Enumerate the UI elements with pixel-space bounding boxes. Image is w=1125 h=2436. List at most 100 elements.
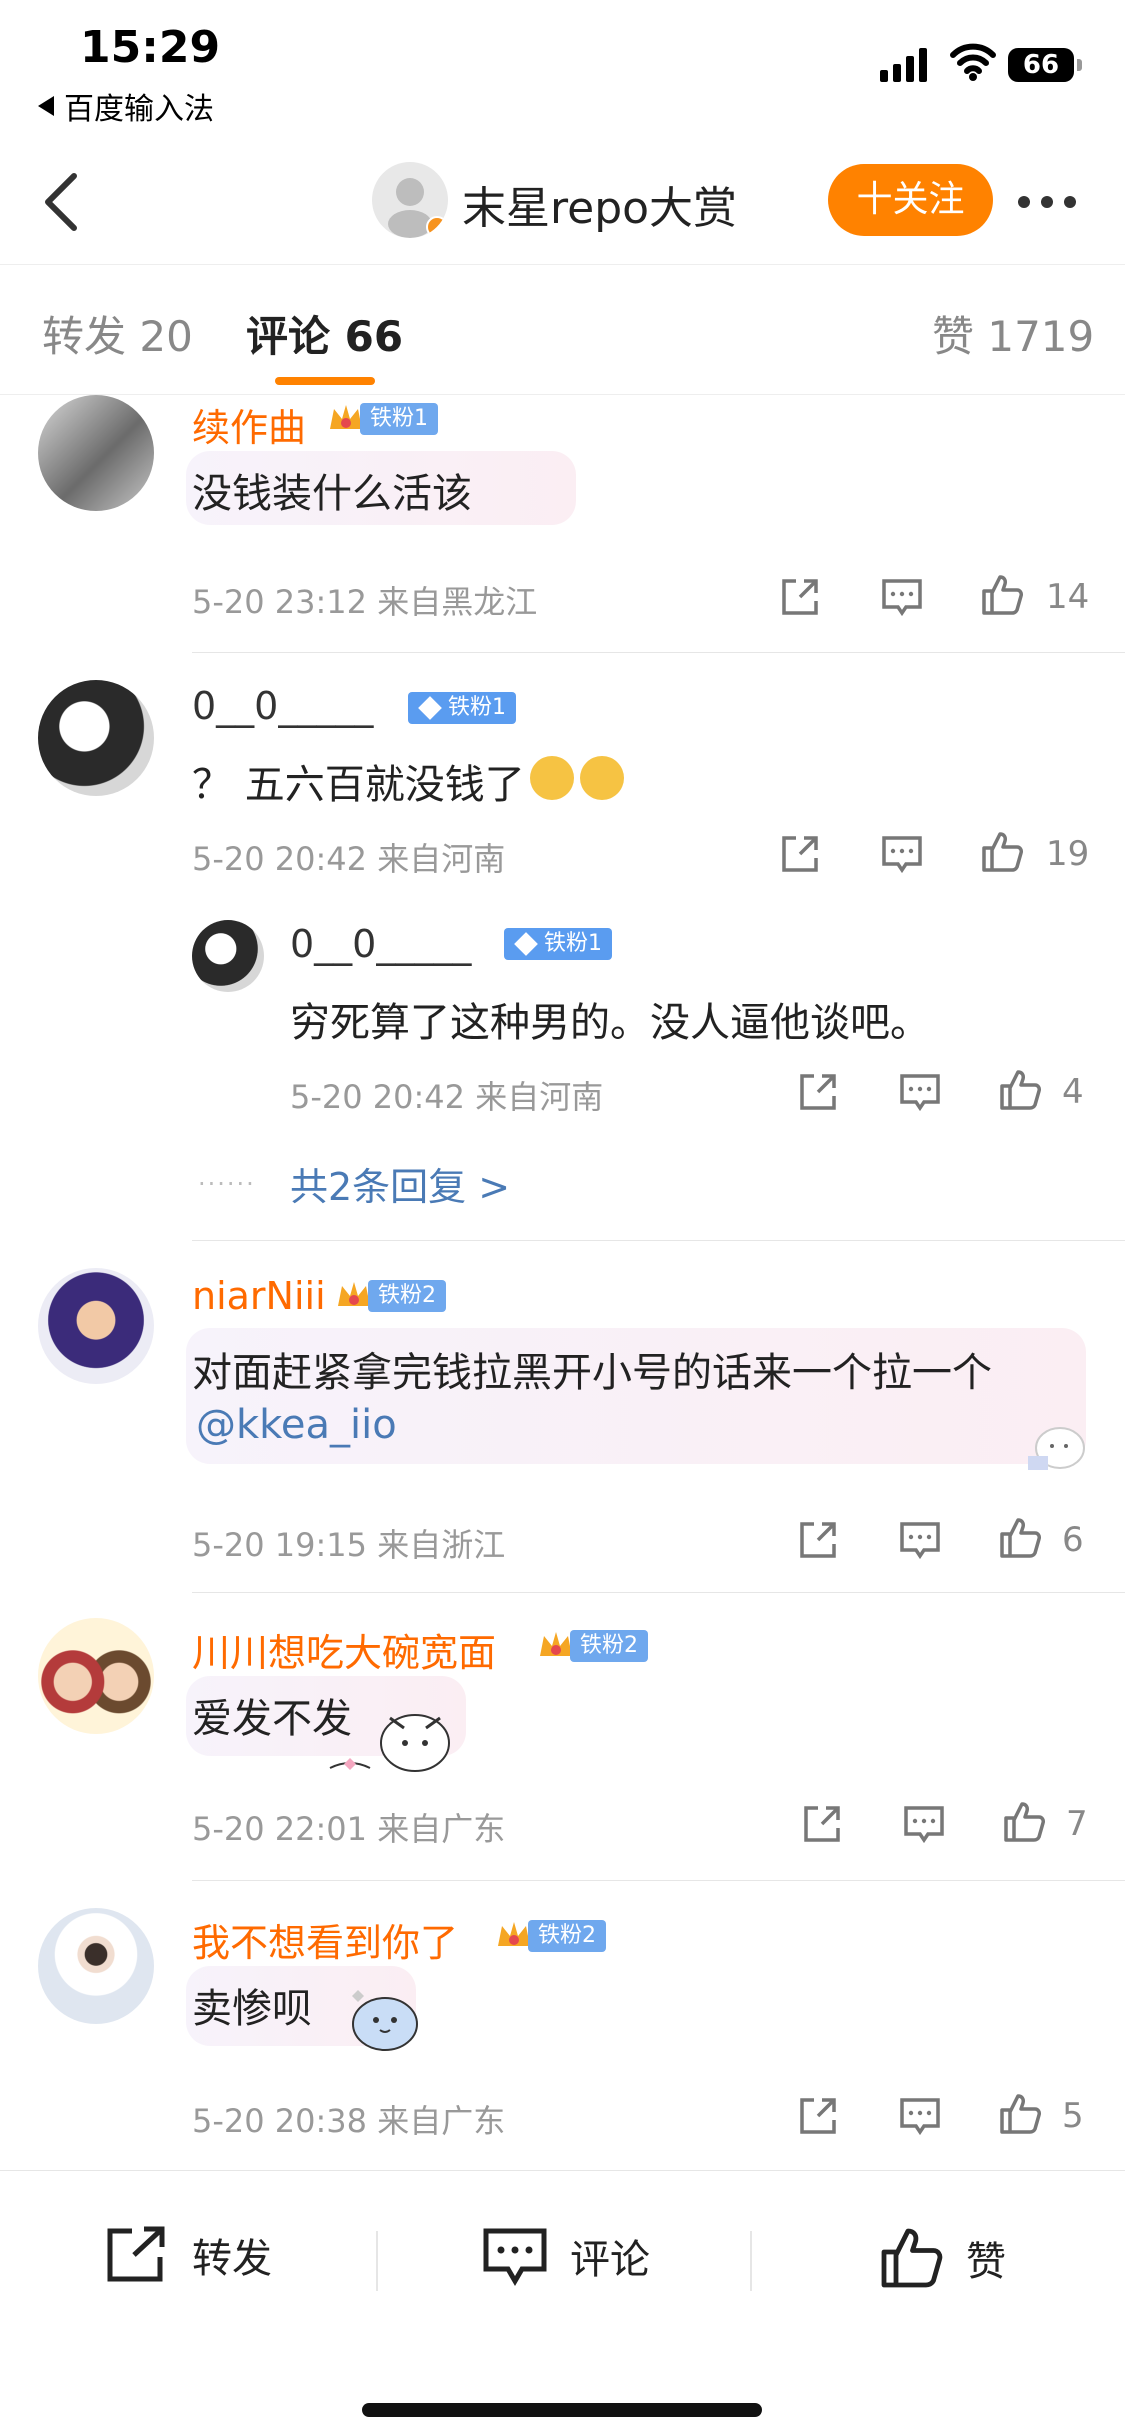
comment-text: 卖惨呗 [192,1986,312,2032]
reply-icon[interactable] [880,575,924,619]
comment-meta: 5-20 19:15 来自浙江 [192,1526,506,1564]
repost-label: 转发 [192,2236,272,2282]
fan-badge: 铁粉1 [326,399,438,439]
verified-badge-icon [426,216,448,238]
like-count: 4 [1062,1072,1084,1112]
tab-likes[interactable]: 赞 1719 [932,303,1094,364]
username[interactable]: 我不想看到你了 [192,1912,458,1967]
shush-emoji-icon [530,756,574,800]
shush-emoji-icon [580,756,624,800]
nav-header: 末星repo大赏 十关注 [0,140,1125,265]
view-replies-link[interactable]: 共2条回复 > [290,1156,510,1211]
fan-badge-label: 铁粉2 [368,1280,446,1312]
back-arrow-icon[interactable] [36,170,84,234]
comment-text: 对面赶紧拿完钱拉黑开小号的话来一个拉一个 [192,1350,992,1396]
battery-icon: 66 [1008,48,1082,82]
comment-item: 0__0_____ 铁粉1 ？ 五六百就没钱了 5-20 20:42 来自河南 … [0,680,1125,1240]
comment-button[interactable]: 评论 [482,2225,650,2287]
username[interactable]: 川川想吃大碗宽面 [192,1622,496,1677]
share-icon[interactable] [778,575,822,619]
reply-user-avatar[interactable] [192,920,264,992]
share-icon[interactable] [778,832,822,876]
comment-meta: 5-20 20:42 来自河南 [192,840,506,878]
reply-icon[interactable] [902,1802,946,1846]
bottom-divider [376,2231,378,2291]
thumbs-up-icon [881,2228,943,2288]
comment-divider [192,652,1125,653]
user-avatar[interactable] [38,680,154,796]
fan-badge-label: 铁粉1 [360,403,438,435]
comment-text: ？ 五六百就没钱了 [192,762,525,808]
fan-badge-label: 铁粉2 [528,1920,606,1952]
follow-button[interactable]: 十关注 [828,164,993,236]
comment-item: niarNiii 铁粉2 对面赶紧拿完钱拉黑开小号的话来一个拉一个 @kkea_… [0,1268,1125,1588]
comment-item: 川川想吃大碗宽面 铁粉2 爱发不发 5-20 22:01 来自广东 7 [0,1618,1125,1908]
like-icon[interactable] [1002,1800,1046,1844]
bottom-action-bar: 转发 评论 赞 [0,2170,1125,2436]
fan-badge: 铁粉2 [536,1626,648,1666]
tab-reposts[interactable]: 转发 20 [42,303,193,364]
comment-divider [192,1592,1125,1593]
back-to-app-link[interactable]: 百度输入法 [38,84,214,128]
reply-icon[interactable] [898,1070,942,1114]
comment-divider [192,1240,1125,1241]
share-icon[interactable] [796,1070,840,1114]
comment-meta: 5-20 20:38 来自广东 [192,2102,506,2140]
like-count: 6 [1062,1520,1084,1560]
like-icon[interactable] [980,573,1024,617]
like-icon[interactable] [998,1516,1042,1560]
account-avatar[interactable] [372,162,448,238]
reply-icon[interactable] [898,1518,942,1562]
repost-icon [107,2226,165,2282]
user-avatar[interactable] [38,395,154,511]
like-icon[interactable] [998,1068,1042,1112]
active-tab-indicator [275,377,375,385]
share-icon[interactable] [796,2094,840,2138]
back-triangle-icon [38,96,54,116]
comment-text: 没钱装什么活该 [192,471,472,517]
diamond-icon [514,932,538,956]
page-title: 末星repo大赏 [462,183,738,234]
user-avatar[interactable] [38,1908,154,2024]
reply-icon[interactable] [880,832,924,876]
diamond-icon [418,696,442,720]
mention-link[interactable]: @kkea_iio [196,1402,397,1448]
username[interactable]: niarNiii [192,1274,326,1318]
more-options-icon[interactable] [1018,196,1076,208]
like-icon[interactable] [980,830,1024,874]
username[interactable]: 0__0_____ [192,684,373,728]
fan-badge-label: 铁粉1 [504,928,612,960]
like-button[interactable]: 赞 [878,2225,1006,2291]
like-count: 7 [1066,1804,1088,1844]
username[interactable]: 续作曲 [192,397,306,452]
reply-username[interactable]: 0__0_____ [290,922,471,966]
status-time: 15:29 [80,22,221,73]
share-icon[interactable] [800,1802,844,1846]
tab-comments[interactable]: 评论 66 [246,303,403,364]
comment-meta: 5-20 22:01 来自广东 [192,1810,506,1848]
comment-icon [483,2228,547,2286]
back-app-label: 百度输入法 [64,92,214,127]
like-count: 19 [1046,834,1090,874]
comment-divider [192,1880,1125,1881]
reply-meta: 5-20 20:42 来自河南 [290,1078,604,1116]
comment-item: 我不想看到你了 铁粉2 卖惨呗 5-20 20:38 来自广东 5 [0,1908,1125,2170]
like-label: 赞 [966,2239,1006,2285]
comment-meta: 5-20 23:12 来自黑龙江 [192,583,538,621]
reply-icon[interactable] [898,2094,942,2138]
sticker-decoration-icon [352,1990,418,2051]
dots-decoration: ······ [198,1170,256,1198]
user-avatar[interactable] [38,1618,154,1734]
share-icon[interactable] [796,1518,840,1562]
repost-button[interactable]: 转发 [104,2225,272,2285]
comment-label: 评论 [570,2237,650,2283]
fan-badge: 铁粉2 [494,1916,606,1956]
fan-badge: 铁粉1 [504,928,612,960]
tab-bar: 转发 20 评论 66 赞 1719 [0,265,1125,395]
like-count: 14 [1046,577,1090,617]
like-icon[interactable] [998,2092,1042,2136]
bottom-divider [750,2231,752,2291]
fan-badge-label: 铁粉1 [408,692,516,724]
user-avatar[interactable] [38,1268,154,1384]
sticker-decoration-icon [329,1714,450,1772]
